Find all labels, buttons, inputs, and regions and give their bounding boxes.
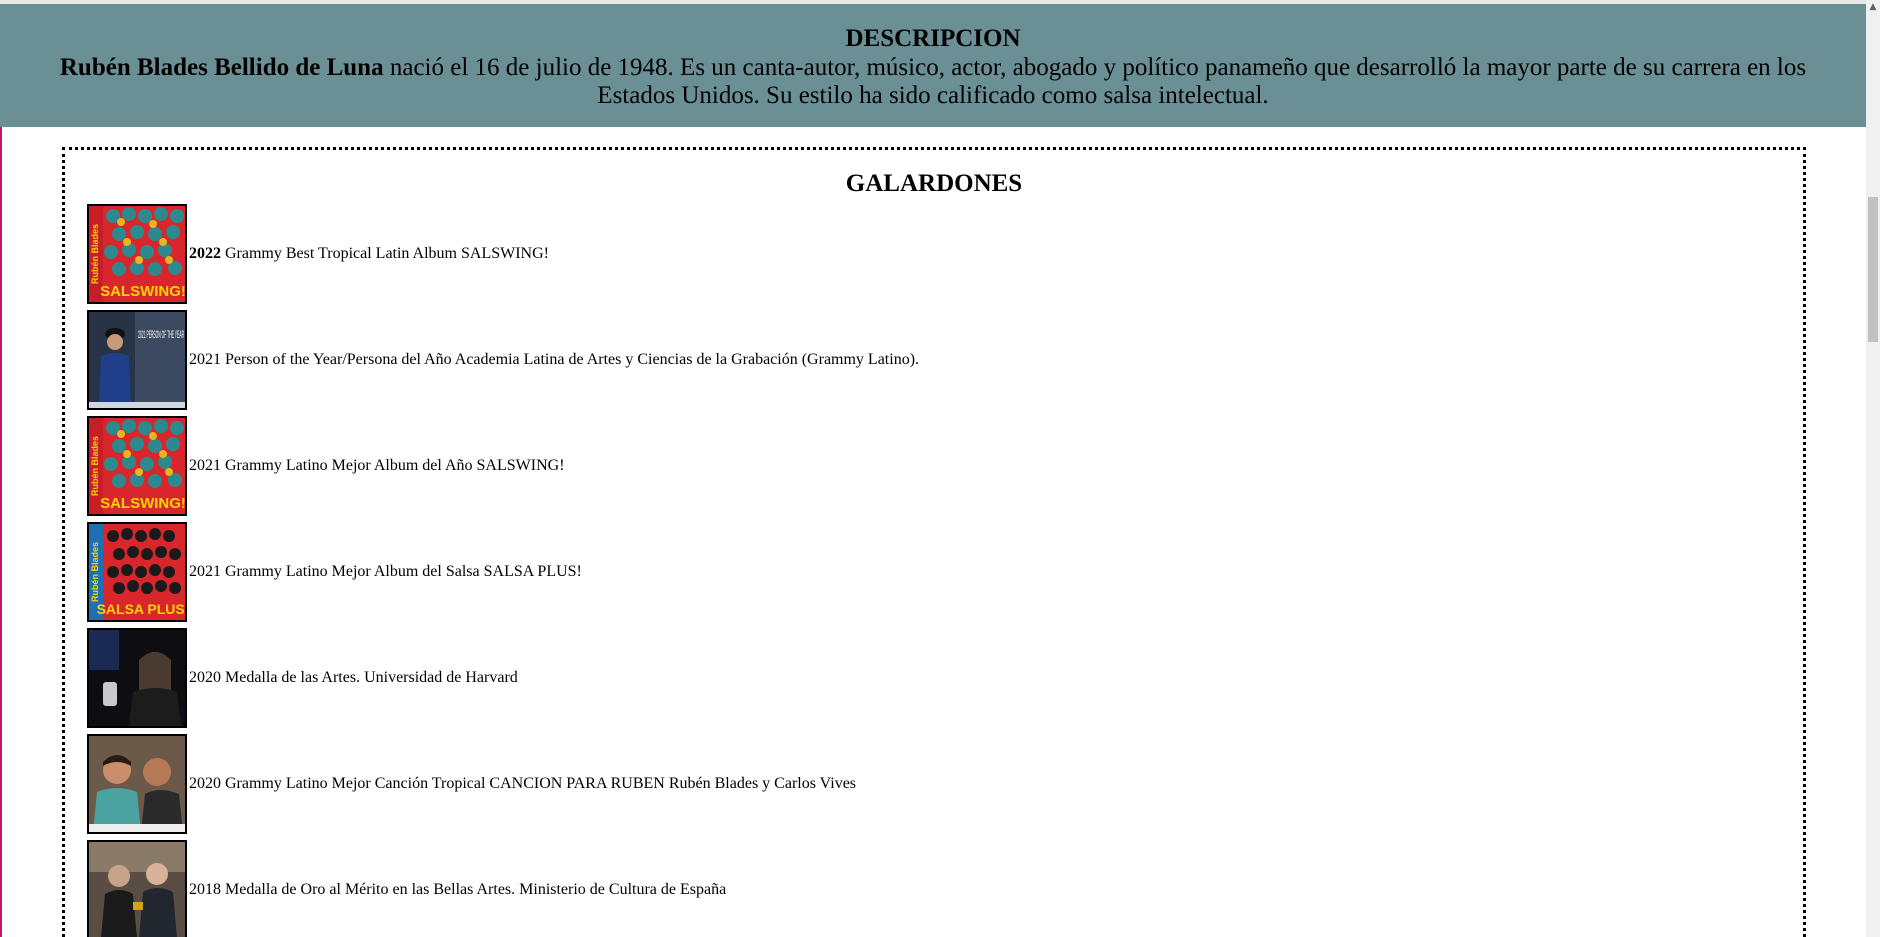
description-section: DESCRIPCION Rubén Blades Bellido de Luna… [0,4,1866,127]
salsa-plus-label: SALSA PLUS! [97,601,185,617]
scrollbar-thumb[interactable] [1868,197,1878,342]
award-text: 2021 Grammy Latino Mejor Album del Año S… [189,457,565,474]
award-text: 2020 Grammy Latino Mejor Canción Tropica… [189,775,857,792]
award-year: 2022 [189,245,221,262]
cover-artist-label: Rubén Blades [90,542,100,602]
award-item: Rubén Blades SALSWING! 2022 Grammy Best … [87,201,919,307]
award-item: 2020 Grammy Latino Mejor Canción Tropica… [87,731,919,837]
salswing-label: SALSWING! [100,495,185,512]
award-text: 2022 Grammy Best Tropical Latin Album SA… [189,245,549,263]
award-item: 2021 PERSON OF THE YEAR 2021 Person of t… [87,307,919,413]
award-text: 2020 Medalla de las Artes. Universidad d… [189,669,518,686]
person-year-label: 2021 PERSON OF THE YEAR [138,329,184,341]
award-text: 2021 Grammy Latino Mejor Album del Salsa… [189,563,582,580]
cover-artist-label: Rubén Blades [90,224,100,284]
salsa-plus-cover-image: Rubén Blades SALSA PLUS! [87,522,187,622]
award-item: 2018 Medalla de Oro al Mérito en las Bel… [87,837,919,937]
cover-artist-label: Rubén Blades [90,436,100,496]
medal-photo [87,840,187,937]
person-of-year-photo: 2021 PERSON OF THE YEAR [87,310,187,410]
award-item: Rubén Blades SALSWING! 2021 Grammy Latin… [87,413,919,519]
scroll-up-arrow-icon[interactable]: ▲ [1866,0,1880,14]
harvard-photo [87,628,187,728]
award-description: Grammy Best Tropical Latin Album SALSWIN… [221,245,549,262]
page: DESCRIPCION Rubén Blades Bellido de Luna… [0,0,1880,937]
salswing-cover-image: Rubén Blades SALSWING! [87,204,187,304]
awards-list: Rubén Blades SALSWING! 2022 Grammy Best … [87,201,919,937]
award-text: 2018 Medalla de Oro al Mérito en las Bel… [189,881,727,898]
artist-name: Rubén Blades Bellido de Luna [59,54,384,81]
vertical-scrollbar[interactable]: ▲ [1866,0,1880,937]
vives-photo [87,734,187,834]
salswing-label: SALSWING! [100,283,185,300]
awards-section: GALARDONES Rubén Blades SALSWING! 2022 G… [62,147,1806,937]
description-heading: DESCRIPCION [845,25,1021,52]
description-body: nació el 16 de julio de 1948. Es un cant… [383,54,1807,109]
award-item: Rubén Blades SALSA PLUS! 2021 Grammy Lat… [87,519,919,625]
award-text: 2021 Person of the Year/Persona del Año … [189,351,920,368]
award-item: 2020 Medalla de las Artes. Universidad d… [87,625,919,731]
salswing-cover-image: Rubén Blades SALSWING! [87,416,187,516]
window-edge [0,0,2,937]
awards-heading: GALARDONES [845,170,1023,197]
description-text: Rubén Blades Bellido de Luna nació el 16… [30,54,1836,110]
